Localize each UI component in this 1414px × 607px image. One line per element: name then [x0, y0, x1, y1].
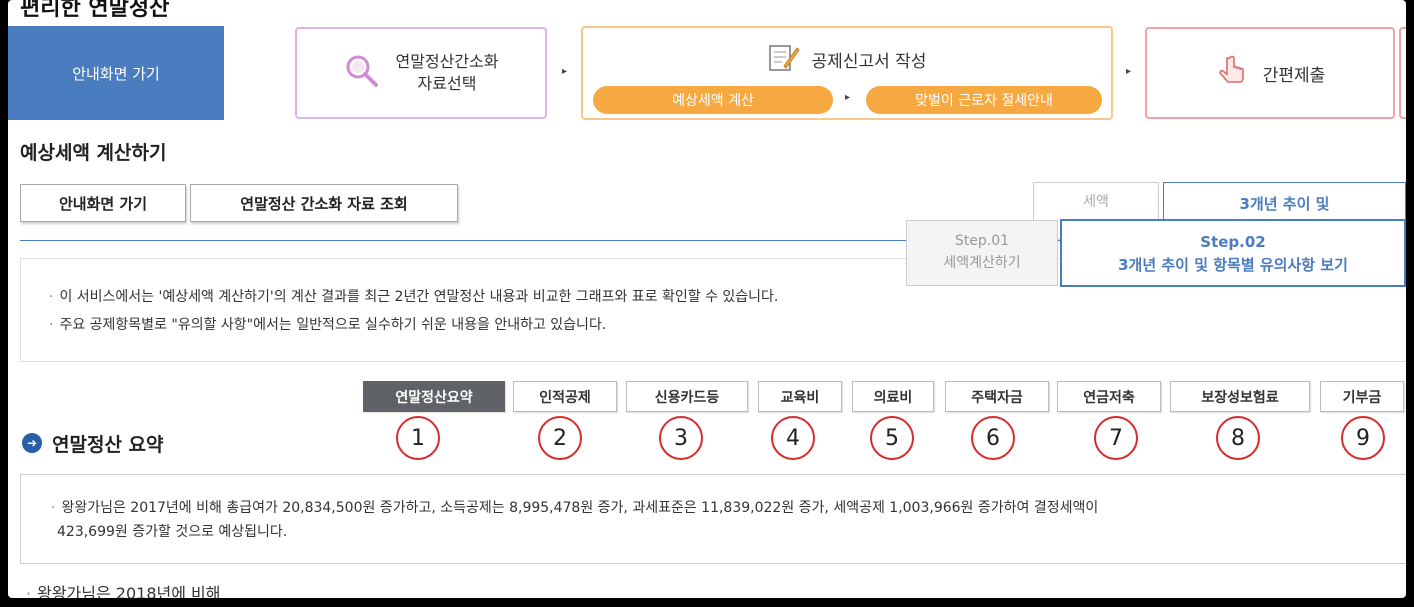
tab-donation[interactable]: 기부금 — [1320, 381, 1404, 412]
number-badge: 6 — [971, 416, 1015, 460]
summary-line-2: 423,699원 증가할 것으로 예상됩니다. — [57, 524, 288, 540]
hand-pointer-icon — [1215, 54, 1249, 93]
tab-housing-fund[interactable]: 주택자금 — [945, 381, 1049, 412]
tab-medical[interactable]: 의료비 — [852, 381, 934, 412]
page-frame: 편리한 연말정산 안내화면 가기 연말정산간소화 자료선택 ▸ 공제신고서 작성… — [8, 0, 1406, 598]
magnifier-icon — [343, 52, 381, 94]
summary-title: 연말정산 요약 — [52, 434, 164, 456]
step01-label: Step.01 — [954, 233, 1010, 249]
tab-step01[interactable]: Step.01 세액계산하기 — [906, 220, 1058, 286]
step-select-label: 연말정산간소화 자료선택 — [395, 52, 499, 93]
document-pencil-icon — [768, 42, 800, 77]
info-line-2: 주요 공제항목별로 "유의할 사항"에서는 일반적으로 실수하기 쉬운 내용을 … — [59, 317, 607, 333]
step01-text: 세액계산하기 — [943, 255, 1021, 271]
tab-education[interactable]: 교육비 — [758, 381, 842, 412]
summary-box: · 왕왕가님은 2017년에 비해 총급여가 20,834,500원 증가하고, … — [20, 474, 1406, 564]
step-submit-label: 간편제출 — [1262, 65, 1326, 86]
number-badge: 2 — [538, 416, 582, 460]
tab-personal-deduction[interactable]: 인적공제 — [513, 381, 617, 412]
number-badge: 3 — [659, 416, 703, 460]
summary-line-1: 왕왕가님은 2017년에 비해 총급여가 20,834,500원 증가하고, 소… — [61, 500, 1099, 516]
page-title: 예상세액 계산하기 — [20, 142, 167, 164]
simplified-data-lookup-button[interactable]: 연말정산 간소화 자료 조회 — [190, 184, 458, 222]
number-badge: 4 — [771, 416, 815, 460]
estimated-tax-pill[interactable]: 예상세액 계산 — [593, 86, 833, 114]
guide-button[interactable]: 안내화면 가기 — [20, 184, 186, 222]
arrow-icon: ▸ — [845, 92, 851, 103]
tab-step02[interactable]: Step.02 3개년 추이 및 항목별 유의사항 보기 — [1060, 219, 1406, 287]
guide-screen-button[interactable]: 안내화면 가기 — [8, 26, 224, 120]
tab-year-end-summary[interactable]: 연말정산요약 — [363, 381, 505, 412]
tab-credit-card[interactable]: 신용카드등 — [626, 381, 748, 412]
number-badge: 8 — [1216, 416, 1260, 460]
number-badge: 7 — [1094, 416, 1138, 460]
step-submit[interactable]: 간편제출 — [1145, 27, 1395, 119]
summary-footer-line: · 왕왕가님은 2018년에 비해 — [26, 580, 220, 598]
number-badge: 5 — [870, 416, 914, 460]
step-next-edge — [1399, 27, 1406, 119]
step-write-label: 공제신고서 작성 — [811, 52, 927, 72]
step02-label: Step.02 — [1200, 233, 1266, 251]
tab-pension-savings[interactable]: 연금저축 — [1057, 381, 1161, 412]
app-title: 편리한 연말정산 — [20, 0, 170, 21]
step-write-form: 공제신고서 작성 예상세액 계산 ▸ 맞벌이 근로자 절세안내 — [581, 26, 1113, 120]
number-badge: 1 — [396, 416, 440, 460]
arrow-icon: ▸ — [562, 66, 568, 77]
arrow-icon: ▸ — [1126, 66, 1132, 77]
number-badge: 9 — [1341, 416, 1385, 460]
step-select-data[interactable]: 연말정산간소화 자료선택 — [295, 27, 547, 119]
arrow-circle-icon: ➜ — [22, 433, 42, 453]
info-line-1: 이 서비스에서는 '예상세액 계산하기'의 계산 결과를 최근 2년간 연말정산… — [59, 289, 779, 305]
dual-income-pill[interactable]: 맞벌이 근로자 절세안내 — [866, 86, 1102, 114]
tab-insurance[interactable]: 보장성보험료 — [1170, 381, 1310, 412]
step02-text: 3개년 추이 및 항목별 유의사항 보기 — [1118, 256, 1348, 274]
summary-footer-text: 왕왕가님은 2018년에 비해 — [37, 584, 221, 598]
